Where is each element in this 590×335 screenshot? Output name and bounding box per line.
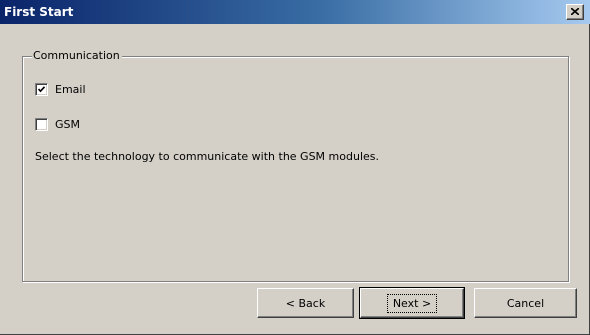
description-text: Select the technology to communicate wit… bbox=[35, 150, 379, 163]
window-title: First Start bbox=[4, 5, 74, 19]
cancel-button[interactable]: Cancel bbox=[474, 288, 577, 318]
close-button[interactable] bbox=[566, 4, 584, 20]
back-button[interactable]: < Back bbox=[257, 288, 354, 318]
next-button-label: Next > bbox=[386, 293, 438, 313]
communication-group-label: Communication bbox=[32, 49, 122, 62]
cancel-button-label: Cancel bbox=[506, 296, 545, 310]
gsm-checkbox-label[interactable]: GSM bbox=[55, 118, 80, 131]
back-button-label: < Back bbox=[285, 296, 326, 310]
title-bar[interactable]: First Start bbox=[0, 0, 590, 24]
gsm-checkbox[interactable] bbox=[35, 118, 48, 131]
dialog-window: First Start Communication Email GSM Sele… bbox=[0, 0, 590, 335]
email-checkbox-label[interactable]: Email bbox=[55, 83, 86, 96]
communication-groupbox bbox=[22, 56, 569, 282]
close-icon bbox=[571, 8, 579, 15]
email-checkbox[interactable] bbox=[35, 83, 48, 96]
next-button[interactable]: Next > bbox=[359, 287, 465, 319]
checkmark-icon bbox=[38, 86, 45, 93]
